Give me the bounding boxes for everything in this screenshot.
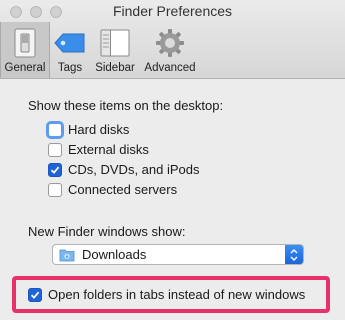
hard-disks-label: Hard disks: [68, 122, 130, 137]
switch-icon: [7, 27, 43, 59]
open-in-tabs-label: Open folders in tabs instead of new wind…: [48, 287, 306, 302]
new-window-heading: New Finder windows show:: [28, 224, 186, 239]
desktop-items-heading: Show these items on the desktop:: [28, 98, 224, 113]
tab-sidebar-label: Sidebar: [95, 62, 135, 74]
external-disks-label: External disks: [68, 142, 149, 157]
connected-servers-checkbox[interactable]: [48, 182, 62, 197]
tab-advanced-label: Advanced: [144, 62, 196, 74]
connected-servers-label: Connected servers: [68, 182, 178, 197]
hard-disks-option[interactable]: Hard disks: [48, 122, 129, 137]
tab-general[interactable]: General: [0, 22, 50, 78]
external-disks-option[interactable]: External disks: [48, 142, 149, 157]
gear-icon: [152, 27, 188, 59]
window-title: Finder Preferences: [112, 3, 233, 19]
cds-dvds-ipods-checkbox[interactable]: [48, 162, 62, 177]
preferences-toolbar: General Tags Sidebar Advanced: [0, 22, 200, 78]
tab-tags[interactable]: Tags: [50, 22, 90, 78]
finder-preferences-window: Finder Preferences General Tags Sidebar …: [0, 0, 345, 320]
tab-sidebar[interactable]: Sidebar: [90, 22, 140, 78]
external-disks-checkbox[interactable]: [48, 142, 62, 157]
open-in-tabs-option[interactable]: Open folders in tabs instead of new wind…: [28, 287, 305, 302]
cds-dvds-ipods-option[interactable]: CDs, DVDs, and iPods: [48, 162, 200, 177]
checkmark-icon: [50, 166, 60, 174]
tab-advanced[interactable]: Advanced: [140, 22, 200, 78]
checkmark-icon: [30, 291, 40, 299]
open-in-tabs-checkbox[interactable]: [28, 287, 42, 302]
sidebar-icon: [97, 27, 133, 59]
tag-icon: [52, 27, 88, 59]
new-window-select-value: Downloads: [82, 247, 147, 262]
tab-general-label: General: [4, 62, 46, 74]
hard-disks-checkbox[interactable]: [48, 122, 62, 137]
new-window-select[interactable]: Downloads: [52, 244, 304, 265]
chevron-up-down-icon[interactable]: [285, 245, 303, 264]
folder-icon: [59, 249, 75, 261]
tab-tags-label: Tags: [57, 62, 83, 74]
cds-dvds-ipods-label: CDs, DVDs, and iPods: [68, 162, 200, 177]
titlebar: Finder Preferences General Tags Sidebar …: [0, 0, 345, 79]
connected-servers-option[interactable]: Connected servers: [48, 182, 177, 197]
